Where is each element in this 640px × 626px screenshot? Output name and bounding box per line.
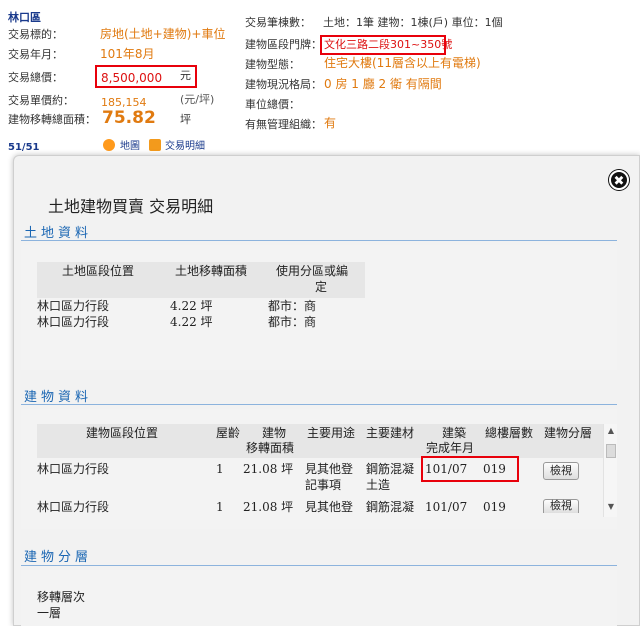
address-highlight-box	[320, 35, 446, 55]
bld-row2-floors: 019	[483, 500, 506, 514]
date-value: 101年8月	[100, 47, 155, 61]
land-col-zone: 使用分區或編	[276, 264, 349, 278]
bld-row1-use: 見其他登	[305, 462, 354, 476]
land-row1-zone: 都市：商	[268, 299, 317, 313]
bld-col-use: 主要用途	[307, 426, 356, 440]
bld-col-floor-detail: 建物分層	[544, 426, 593, 440]
floors-table-panel	[21, 570, 617, 626]
bld-row2-location: 林口區力行段	[37, 500, 110, 514]
scrollbar-thumb[interactable]	[606, 444, 616, 458]
land-row1-area: 4.22 坪	[170, 299, 213, 313]
floors-section-heading: 建物分層	[24, 550, 93, 565]
bld-col-built: 建築	[442, 426, 467, 440]
bld-col-area: 建物	[262, 426, 287, 440]
bld-row1-area: 21.08 坪	[243, 462, 294, 476]
label-parking-price: 車位總價：	[245, 98, 300, 111]
bld-row2-material: 鋼筋混凝	[366, 500, 415, 514]
management-value: 有	[324, 116, 337, 130]
label-area: 建物移轉總面積：	[8, 113, 96, 126]
floors-col-header: 移轉層次	[37, 590, 86, 604]
land-row1-location: 林口區力行段	[37, 299, 110, 313]
target-value: 房地(土地+建物)+車位	[100, 27, 226, 41]
bld-row1-use-cont: 記事項	[305, 478, 342, 492]
label-target: 交易標的：	[8, 28, 63, 41]
label-management: 有無管理組織：	[245, 118, 322, 131]
bld-col-age: 屋齡	[216, 426, 241, 440]
counts-value: 土地：1筆 建物：1棟(戶) 車位：1個	[323, 16, 503, 29]
bld-row2-view-button[interactable]: 檢視	[543, 499, 579, 513]
bld-row2-area: 21.08 坪	[243, 500, 294, 514]
map-link[interactable]: 地圖	[120, 140, 140, 154]
label-unit-price: 交易單價約：	[8, 94, 74, 107]
building-section-heading: 建物資料	[24, 390, 93, 405]
modal-title: 土地建物買賣 交易明細	[48, 197, 214, 216]
detail-list-icon[interactable]	[149, 139, 161, 151]
unit-price-unit: (元/坪)	[180, 93, 215, 106]
bld-col-floors: 總樓層數	[485, 426, 534, 440]
land-section-heading: 土地資料	[24, 226, 93, 241]
land-row2-zone: 都市：商	[268, 315, 317, 329]
land-section-divider	[21, 240, 617, 241]
land-col-area: 土地移轉面積	[175, 264, 248, 278]
page-indicator: 51/51	[8, 142, 40, 153]
area-unit: 坪	[180, 113, 191, 126]
bld-row2-use: 見其他登	[305, 500, 354, 514]
label-total-price: 交易總價：	[8, 71, 63, 84]
label-building-type: 建物型態：	[245, 58, 300, 71]
price-highlight-box	[95, 65, 197, 88]
area-value: 75.82	[102, 108, 156, 128]
bld-row2-age: 1	[216, 500, 224, 514]
layout-value: 0 房 1 廳 2 衛 有隔間	[324, 77, 442, 91]
label-address: 建物區段門牌：	[245, 38, 322, 51]
bld-row1-age: 1	[216, 462, 224, 476]
label-layout: 建物現況格局：	[245, 78, 322, 91]
district-label: 林口區	[8, 11, 41, 24]
bld-col-built-cont: 完成年月	[426, 441, 475, 455]
label-date: 交易年月：	[8, 48, 63, 61]
bld-col-area-cont: 移轉面積	[246, 441, 295, 455]
listing-card: 林口區 交易標的： 房地(土地+建物)+車位 交易年月： 101年8月 交易總價…	[0, 0, 640, 158]
building-section-divider	[21, 404, 617, 405]
label-counts: 交易筆棟數：	[245, 16, 311, 29]
close-icon[interactable]: ✖	[609, 170, 629, 190]
building-table-scrollbar[interactable]: ▲ ▼	[603, 424, 617, 517]
land-col-location: 土地區段位置	[62, 264, 135, 278]
floors-section-divider	[21, 565, 617, 566]
bld-row1-view-button[interactable]: 檢視	[543, 462, 579, 480]
bld-row2-date: 101/07	[425, 500, 468, 514]
scroll-down-arrow-icon[interactable]: ▼	[606, 502, 616, 512]
land-row2-location: 林口區力行段	[37, 315, 110, 329]
map-icon[interactable]	[103, 139, 115, 151]
land-row2-area: 4.22 坪	[170, 315, 213, 329]
bld-row1-location: 林口區力行段	[37, 462, 110, 476]
land-col-zone-cont: 定	[315, 280, 328, 294]
transaction-detail-modal	[13, 155, 640, 626]
bld-col-location: 建物區段位置	[86, 426, 159, 440]
floors-row1-value: 一層	[37, 606, 62, 620]
bld-row1-material-cont: 土造	[366, 478, 391, 492]
bld-row1-material: 鋼筋混凝	[366, 462, 415, 476]
date-floors-highlight-box	[421, 456, 519, 482]
bld-col-material: 主要建材	[366, 426, 415, 440]
building-type-value: 住宅大樓(11層含以上有電梯)	[324, 56, 481, 70]
detail-link[interactable]: 交易明細	[165, 140, 205, 154]
scroll-up-arrow-icon[interactable]: ▲	[606, 426, 616, 436]
